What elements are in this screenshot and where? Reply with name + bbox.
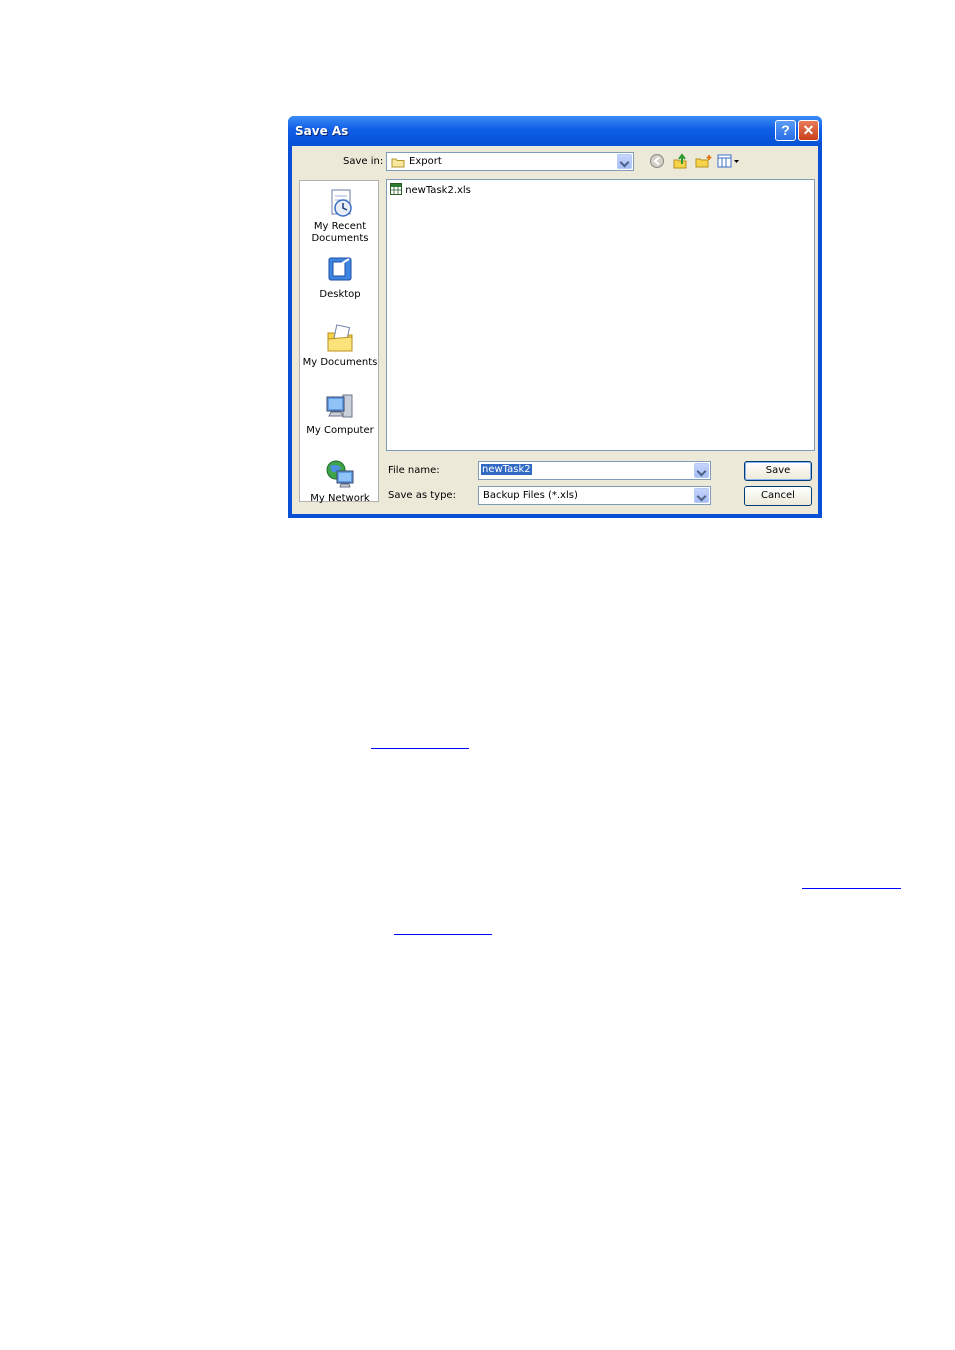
place-my-network[interactable]: My Network (300, 459, 380, 505)
place-my-documents[interactable]: My Documents (300, 323, 380, 369)
spreadsheet-file-icon (390, 183, 402, 195)
title-bar[interactable]: Save As ? ✕ (288, 116, 822, 146)
list-item[interactable]: newTask2.xls (390, 183, 471, 196)
hyperlink-underline[interactable] (802, 888, 901, 889)
chevron-down-icon[interactable] (694, 488, 709, 503)
file-name-value[interactable]: newTask2 (481, 464, 532, 475)
place-my-recent-documents[interactable]: My Recent Documents (300, 187, 380, 245)
new-folder-icon[interactable] (695, 153, 713, 169)
place-label: My Network (310, 493, 370, 504)
hyperlink-underline[interactable] (394, 934, 492, 935)
folder-icon (391, 158, 405, 168)
up-folder-icon[interactable] (673, 153, 689, 169)
place-label: My Computer (306, 425, 374, 436)
my-computer-icon (326, 394, 353, 418)
views-menu-icon[interactable] (717, 153, 741, 169)
file-name-field[interactable]: newTask2 (478, 461, 711, 480)
file-list[interactable]: newTask2.xls (386, 179, 815, 451)
place-my-computer[interactable]: My Computer (300, 391, 380, 437)
save-in-label: Save in: (343, 156, 384, 167)
place-desktop[interactable]: Desktop (300, 255, 380, 301)
chevron-down-icon[interactable] (694, 463, 709, 478)
help-button[interactable]: ? (775, 120, 796, 141)
hyperlink-underline[interactable] (371, 748, 469, 749)
help-icon: ? (781, 122, 790, 138)
save-as-type-dropdown[interactable]: Backup Files (*.xls) (478, 486, 711, 505)
dialog-title: Save As (295, 124, 349, 138)
dialog-body: Save in: Export My Recent Documents Desk… (292, 146, 818, 514)
back-icon[interactable] (649, 153, 665, 169)
save-as-type-label: Save as type: (388, 490, 456, 501)
chevron-down-icon[interactable] (617, 154, 632, 169)
my-network-icon (326, 460, 354, 488)
places-bar: My Recent Documents Desktop My Documents (299, 180, 380, 505)
close-icon: ✕ (802, 122, 815, 138)
place-label: Desktop (319, 289, 361, 300)
place-label: My Documents (302, 357, 378, 368)
save-as-dialog: Save As ? ✕ Save in: Export My Recent Do… (288, 116, 822, 518)
save-in-dropdown[interactable]: Export (386, 152, 634, 171)
save-button[interactable]: Save (744, 461, 812, 481)
place-label: My Recent Documents (311, 221, 369, 244)
cancel-button[interactable]: Cancel (744, 486, 812, 506)
save-in-value: Export (409, 156, 442, 167)
file-name-text: newTask2.xls (405, 185, 471, 196)
close-button[interactable]: ✕ (798, 120, 819, 141)
my-documents-icon (327, 324, 353, 352)
file-name-label: File name: (388, 465, 440, 476)
recent-documents-icon (331, 189, 352, 217)
save-as-type-value: Backup Files (*.xls) (483, 490, 578, 501)
desktop-icon (328, 257, 352, 281)
